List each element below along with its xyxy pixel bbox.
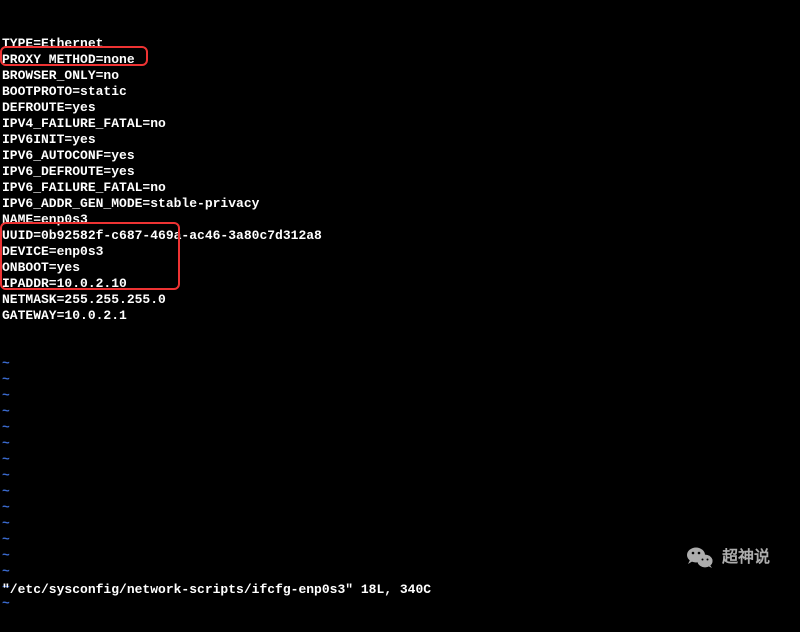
config-content: TYPE=EthernetPROXY_METHOD=noneBROWSER_ON… [2,36,798,324]
config-line: IPADDR=10.0.2.10 [2,276,798,292]
config-line: NAME=enp0s3 [2,212,798,228]
terminal-editor[interactable]: TYPE=EthernetPROXY_METHOD=noneBROWSER_ON… [0,0,800,632]
vim-tilde-line: ~ [2,356,798,372]
vim-tilde-line: ~ [2,452,798,468]
vim-tilde-line: ~ [2,596,798,612]
vim-tilde-line: ~ [2,564,798,580]
config-line: IPV4_FAILURE_FATAL=no [2,116,798,132]
vim-tilde-line: ~ [2,532,798,548]
empty-lines: ~~~~~~~~~~~~~~~~ [2,356,798,612]
watermark: 超神说 [686,546,770,570]
config-line: IPV6INIT=yes [2,132,798,148]
config-line: NETMASK=255.255.255.0 [2,292,798,308]
vim-tilde-line: ~ [2,484,798,500]
config-line: ONBOOT=yes [2,260,798,276]
config-line: IPV6_AUTOCONF=yes [2,148,798,164]
config-line: UUID=0b92582f-c687-469a-ac46-3a80c7d312a… [2,228,798,244]
vim-status-line: "/etc/sysconfig/network-scripts/ifcfg-en… [2,582,431,598]
vim-tilde-line: ~ [2,420,798,436]
config-line: BOOTPROTO=static [2,84,798,100]
config-line: BROWSER_ONLY=no [2,68,798,84]
config-line: GATEWAY=10.0.2.1 [2,308,798,324]
config-line: IPV6_DEFROUTE=yes [2,164,798,180]
config-line: PROXY_METHOD=none [2,52,798,68]
watermark-text: 超神说 [722,550,770,566]
config-line: IPV6_ADDR_GEN_MODE=stable-privacy [2,196,798,212]
vim-tilde-line: ~ [2,548,798,564]
wechat-icon [686,546,714,570]
vim-tilde-line: ~ [2,436,798,452]
config-line: DEFROUTE=yes [2,100,798,116]
config-line: IPV6_FAILURE_FATAL=no [2,180,798,196]
vim-tilde-line: ~ [2,500,798,516]
vim-tilde-line: ~ [2,388,798,404]
vim-tilde-line: ~ [2,468,798,484]
vim-tilde-line: ~ [2,404,798,420]
config-line: TYPE=Ethernet [2,36,798,52]
vim-tilde-line: ~ [2,372,798,388]
config-line: DEVICE=enp0s3 [2,244,798,260]
vim-tilde-line: ~ [2,516,798,532]
